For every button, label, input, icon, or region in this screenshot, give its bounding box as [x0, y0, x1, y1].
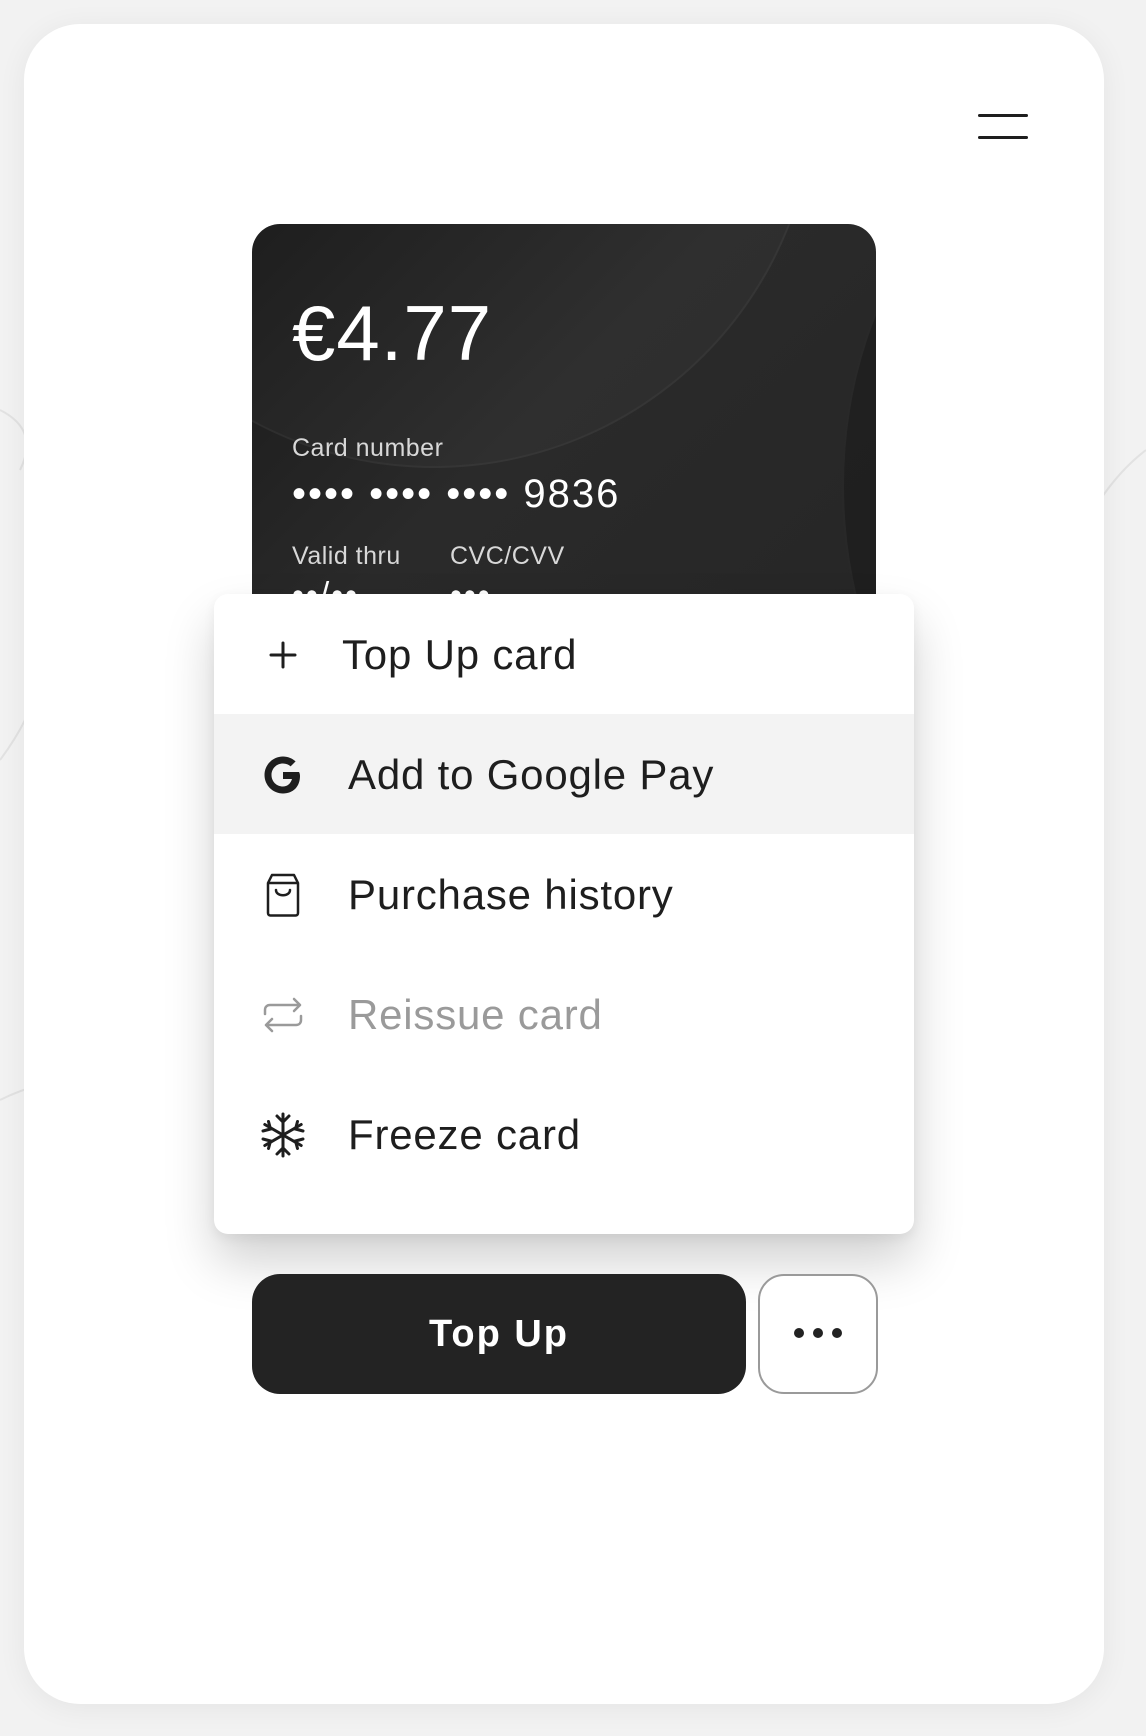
menu-item-label: Add to Google Pay — [348, 751, 715, 798]
payment-card[interactable]: €4.77 Card number •••• •••• •••• 9836 Va… — [252, 224, 876, 644]
google-icon — [264, 756, 300, 794]
more-dots-icon — [813, 1328, 823, 1338]
menu-item-label: Freeze card — [348, 1111, 581, 1158]
menu-item-label: Purchase history — [348, 871, 674, 918]
menu-item-label: Reissue card — [348, 991, 603, 1038]
more-dots-icon — [794, 1328, 804, 1338]
card-number-label: Card number — [292, 434, 444, 462]
menu-item-add-to-google-pay[interactable]: Add to Google Pay — [214, 714, 914, 834]
snowflake-icon — [261, 1112, 305, 1158]
repeat-icon — [263, 997, 303, 1033]
menu-item-reissue-card: Reissue card — [214, 954, 914, 1074]
card-balance: €4.77 — [292, 289, 493, 377]
menu-item-purchase-history[interactable]: Purchase history — [214, 834, 914, 954]
menu-item-label: Top Up card — [342, 631, 578, 678]
menu-item-freeze-card[interactable]: Freeze card — [214, 1074, 914, 1194]
cvc-label: CVC/CVV — [450, 542, 565, 570]
shopping-bag-icon — [266, 873, 300, 917]
more-dots-icon — [832, 1328, 842, 1338]
card-number-value: •••• •••• •••• 9836 — [292, 472, 621, 516]
top-up-button[interactable]: Top Up — [252, 1274, 746, 1394]
hamburger-menu-icon[interactable] — [972, 96, 1032, 156]
valid-thru-label: Valid thru — [292, 542, 401, 570]
menu-item-top-up-card[interactable]: Top Up card — [214, 594, 914, 714]
app-panel: €4.77 Card number •••• •••• •••• 9836 Va… — [24, 24, 1104, 1704]
more-options-button[interactable] — [758, 1274, 878, 1394]
card-decoration — [842, 224, 876, 644]
card-actions-dropdown: Top Up card Add to Google Pay Purchase h… — [214, 594, 914, 1234]
plus-icon — [269, 641, 297, 669]
